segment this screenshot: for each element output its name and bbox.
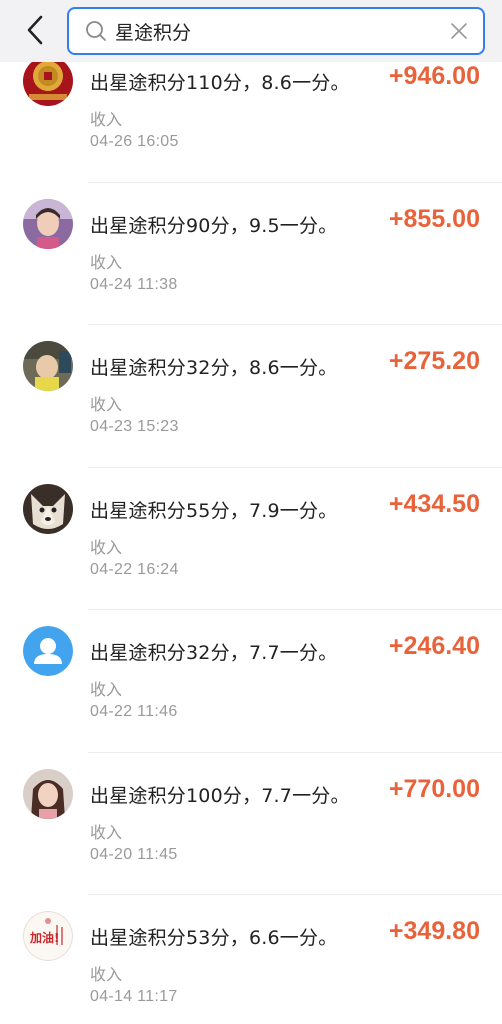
transaction-row[interactable]: 出星途积分100分，7.7一分。 收入 04-20 11:45 +770.00 xyxy=(0,753,502,896)
transaction-amount: +246.40 xyxy=(388,632,480,660)
search-header xyxy=(0,0,502,62)
transaction-title: 出星途积分55分，7.9一分。 xyxy=(90,499,338,522)
transaction-time: 04-24 11:38 xyxy=(90,275,178,293)
transaction-type: 收入 xyxy=(90,680,123,699)
gold-coin-avatar xyxy=(23,56,73,106)
transaction-amount: +946.00 xyxy=(388,62,480,90)
transaction-type: 收入 xyxy=(90,965,123,984)
girl-photo-avatar xyxy=(23,768,73,819)
transaction-time: 04-20 11:45 xyxy=(90,845,178,863)
transaction-row[interactable]: 加油! 出星途积分53分，6.6一分。 收入 04-14 11:17 +349.… xyxy=(0,895,502,1024)
jiayou-text: 加油! xyxy=(29,930,59,945)
back-button[interactable] xyxy=(20,14,50,46)
transaction-row[interactable]: 出星途积分90分，9.5一分。 收入 04-24 11:38 +855.00 xyxy=(0,183,502,326)
transaction-type: 收入 xyxy=(90,110,123,129)
clear-icon[interactable] xyxy=(449,21,469,41)
transaction-time: 04-26 16:05 xyxy=(90,133,179,150)
transaction-time: 04-22 11:46 xyxy=(90,703,178,720)
transaction-title: 出星途积分110分，8.6一分。 xyxy=(90,72,350,94)
transaction-list: 出星途积分110分，8.6一分。 收入 04-26 16:05 +946.00 … xyxy=(0,40,502,1024)
transaction-type: 收入 xyxy=(90,395,123,414)
transaction-type: 收入 xyxy=(90,822,123,842)
transaction-time: 04-23 15:23 xyxy=(90,418,179,435)
baby-photo-avatar xyxy=(23,341,73,391)
transaction-amount: +349.80 xyxy=(388,917,480,945)
search-icon xyxy=(86,21,106,41)
chevron-left-icon xyxy=(27,15,43,45)
transaction-amount: +275.20 xyxy=(388,347,480,375)
default-user-avatar xyxy=(23,626,73,676)
transaction-title: 出星途积分53分，6.6一分。 xyxy=(90,927,338,949)
transaction-title: 出星途积分32分，7.7一分。 xyxy=(90,642,338,664)
transaction-time: 04-14 11:17 xyxy=(90,988,178,1005)
search-box[interactable] xyxy=(67,7,485,55)
transaction-amount: +770.00 xyxy=(388,774,480,803)
child-photo-avatar xyxy=(23,198,73,249)
jiayou-sticker-avatar: 加油! xyxy=(23,911,73,961)
transaction-time: 04-22 16:24 xyxy=(90,560,179,578)
search-input[interactable] xyxy=(115,15,435,47)
dog-avatar xyxy=(23,483,73,534)
transaction-row[interactable]: 出星途积分55分，7.9一分。 收入 04-22 16:24 +434.50 xyxy=(0,468,502,611)
transaction-title: 出星途积分32分，8.6一分。 xyxy=(90,357,338,379)
transaction-row[interactable]: 出星途积分32分，8.6一分。 收入 04-23 15:23 +275.20 xyxy=(0,325,502,468)
transaction-amount: +434.50 xyxy=(388,489,480,518)
transaction-type: 收入 xyxy=(90,537,123,557)
transaction-title: 出星途积分100分，7.7一分。 xyxy=(90,784,350,807)
transaction-title: 出星途积分90分，9.5一分。 xyxy=(90,214,338,237)
transaction-type: 收入 xyxy=(90,252,123,272)
transaction-amount: +855.00 xyxy=(388,204,480,233)
transaction-row[interactable]: 出星途积分32分，7.7一分。 收入 04-22 11:46 +246.40 xyxy=(0,610,502,753)
